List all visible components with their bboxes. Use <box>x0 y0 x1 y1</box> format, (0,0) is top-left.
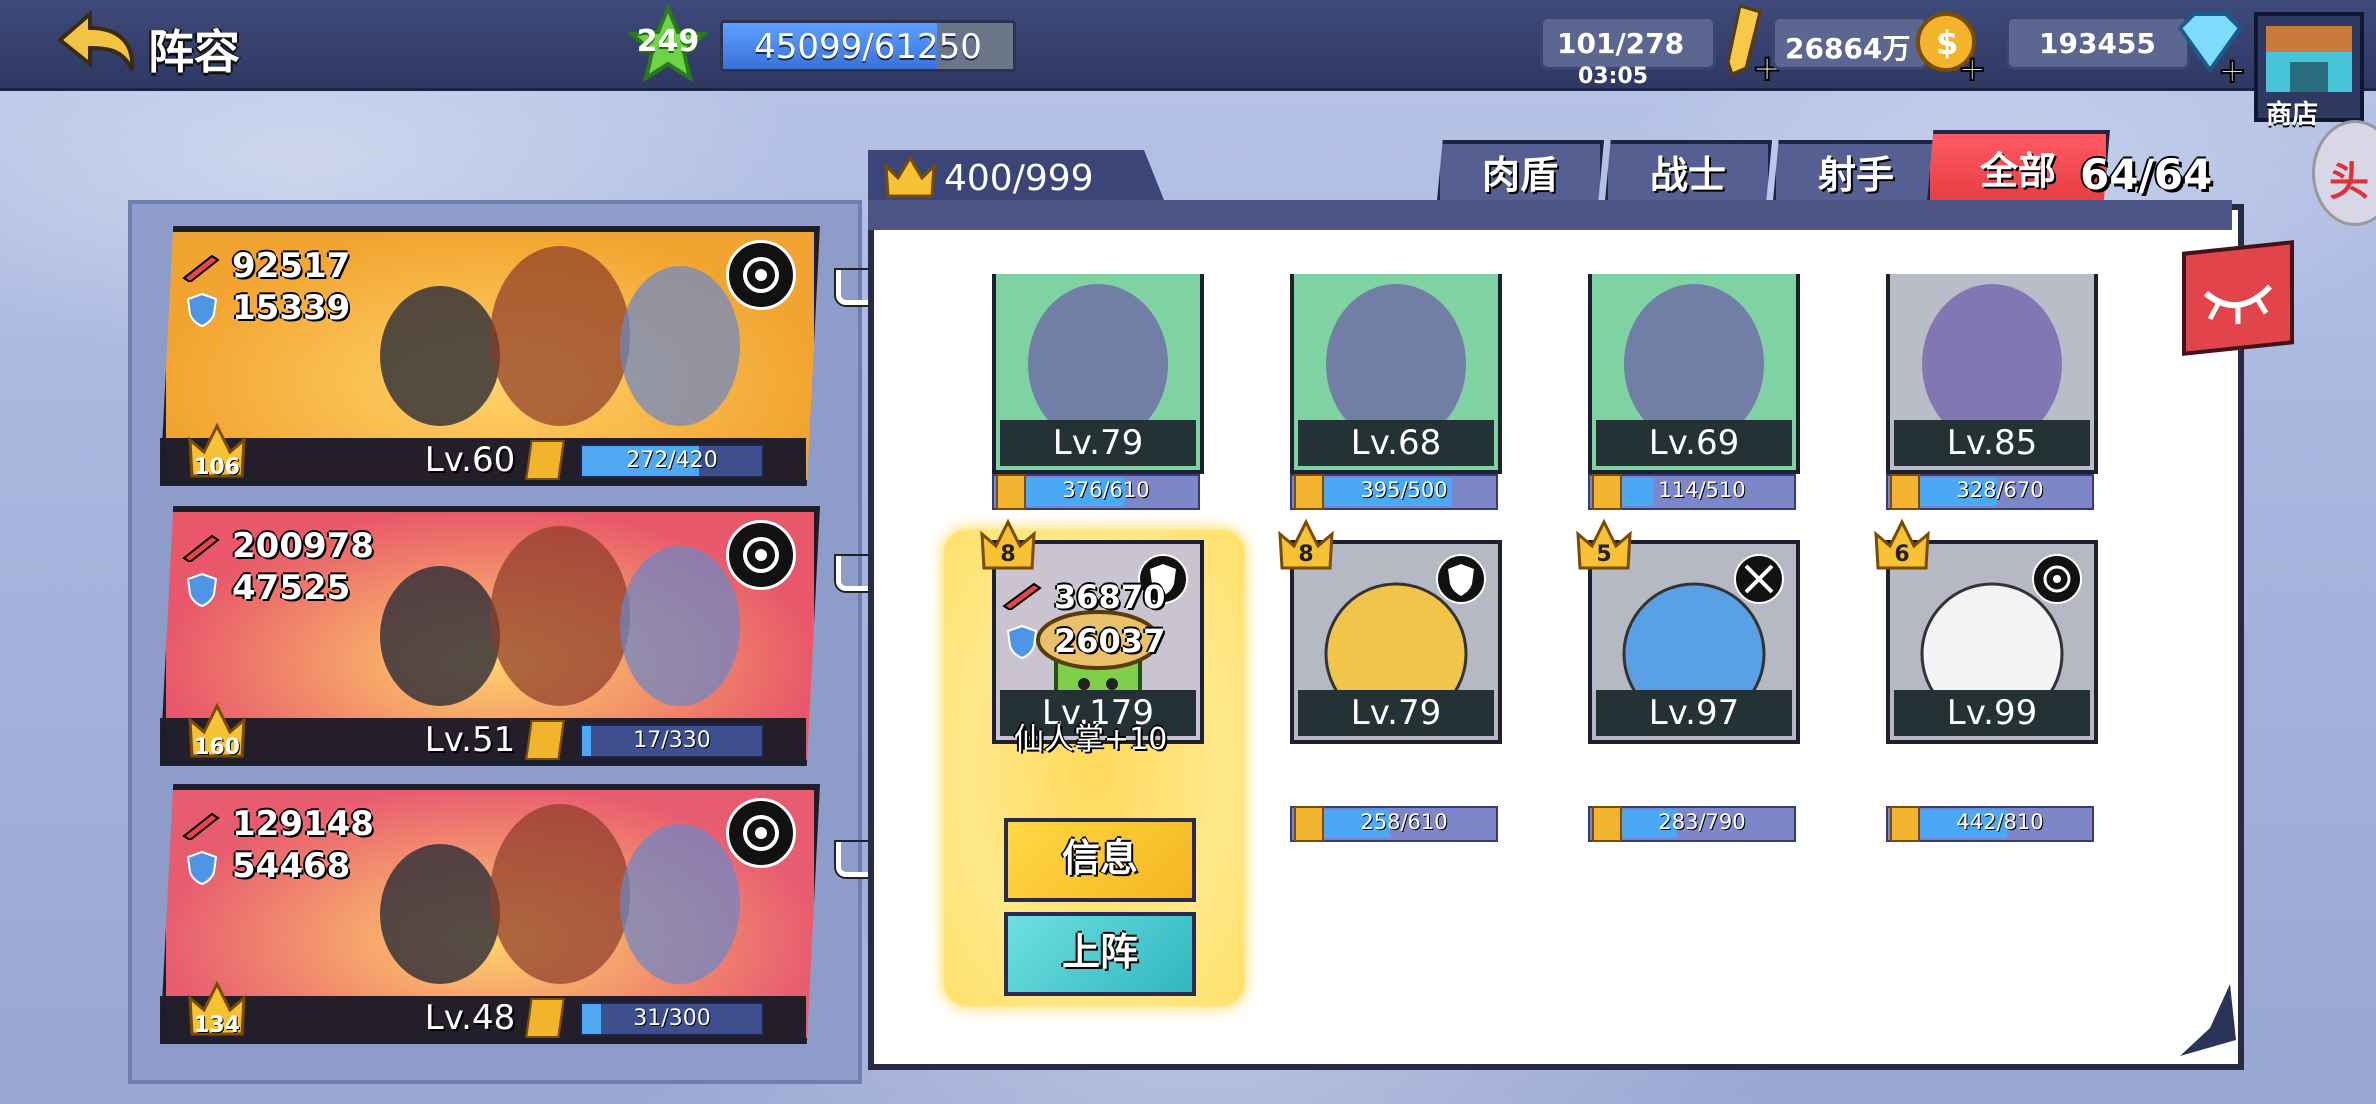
svg-text:+: + <box>2218 51 2247 84</box>
crown-icon <box>884 156 936 198</box>
hero-level: Lv.69 <box>1596 420 1792 466</box>
team-card-frame <box>160 784 820 1044</box>
hero-level: Lv.97 <box>1596 690 1792 736</box>
hero-crown-count: 8 <box>1000 542 1016 567</box>
hero-shard-bar: 442/810 <box>1886 806 2094 842</box>
team-card[interactable]: 92517 15339 106 Lv.60 272/420 <box>160 226 820 486</box>
hero-panel-strip <box>868 200 2232 230</box>
deploy-button[interactable]: 上阵 <box>1004 912 1196 996</box>
hero-crown-count: 5 <box>1596 542 1612 567</box>
crossed-swords-icon <box>1734 554 1784 604</box>
hero-level: Lv.99 <box>1894 690 2090 736</box>
hero-shard-bar: 114/510 <box>1588 474 1796 510</box>
hero-shard-text: 258/610 <box>1360 810 1448 834</box>
svg-text:+: + <box>1958 49 1987 84</box>
crown-count: 400/999 <box>944 158 1094 199</box>
side-button-label: 头 <box>2329 159 2369 205</box>
diamond-icon[interactable]: + <box>2170 10 2250 84</box>
shield-icon <box>1436 554 1486 604</box>
corner-decoration-icon <box>2180 984 2236 1056</box>
eye-icon <box>2203 284 2273 325</box>
hero-level: Lv.79 <box>1298 690 1494 736</box>
hero-shard-bar: 395/500 <box>1290 474 1498 510</box>
info-button[interactable]: 信息 <box>1004 818 1196 902</box>
hero-portrait: Lv.69 <box>1588 274 1800 474</box>
hero-portrait: Lv.85 <box>1886 274 2098 474</box>
energy-timer: 03:05 <box>1578 64 1649 89</box>
exp-bar: 45099/61250 <box>720 20 1016 72</box>
energy-value: 101/278 <box>1557 27 1685 60</box>
gold-box: 26864万 <box>1772 16 1928 70</box>
selected-hero-name: 仙人掌+10 <box>1014 722 1168 757</box>
shop-label: 商店 <box>2266 100 2319 130</box>
team-card-frame <box>160 226 820 486</box>
gem-box: 193455 <box>2006 16 2190 70</box>
hero-level: Lv.68 <box>1298 420 1494 466</box>
gem-value: 193455 <box>2039 27 2156 60</box>
hero-shard-bar: 258/610 <box>1290 806 1498 842</box>
hero-shard-bar: 328/670 <box>1886 474 2094 510</box>
selected-hero-attack: 36870 <box>1054 578 1166 616</box>
player-level: 249 <box>636 24 700 59</box>
back-arrow-icon[interactable] <box>50 8 140 78</box>
hero-shard-text: 376/610 <box>1062 478 1150 502</box>
selected-hero-defense: 26037 <box>1054 622 1166 660</box>
hero-total-count: 64/64 <box>2080 150 2213 199</box>
hero-shard-text: 283/790 <box>1658 810 1746 834</box>
team-card-frame <box>160 506 820 766</box>
hero-shard-bar: 376/610 <box>992 474 1200 510</box>
page-title: 阵容 <box>148 25 240 79</box>
hero-crown-count: 6 <box>1894 542 1910 567</box>
sword-icon <box>1002 582 1042 610</box>
energy-box: 101/278 <box>1540 16 1716 70</box>
hero-level: Lv.85 <box>1894 420 2090 466</box>
hero-portrait: Lv.79 <box>992 274 1204 474</box>
hero-shard-text: 114/510 <box>1658 478 1746 502</box>
hero-crown-count: 8 <box>1298 542 1314 567</box>
hero-shard-text: 442/810 <box>1956 810 2044 834</box>
shield-stat-icon <box>1006 624 1038 660</box>
hide-toggle-button[interactable] <box>2182 240 2294 356</box>
archer-target-icon <box>2032 554 2082 604</box>
hero-shard-text: 328/670 <box>1956 478 2044 502</box>
gold-value: 26864万 <box>1785 32 1911 65</box>
hero-shard-text: 395/500 <box>1360 478 1448 502</box>
hero-level: Lv.79 <box>1000 420 1196 466</box>
hero-portrait: Lv.68 <box>1290 274 1502 474</box>
energy-pencil-icon[interactable]: + <box>1716 4 1780 84</box>
exp-text: 45099/61250 <box>754 27 982 67</box>
team-card[interactable]: 129148 54468 134 Lv.48 31/300 <box>160 784 820 1044</box>
team-card[interactable]: 200978 47525 160 Lv.51 17/330 <box>160 506 820 766</box>
gold-coin-icon[interactable]: $ + <box>1912 8 1988 84</box>
svg-text:$: $ <box>1936 24 1958 62</box>
hero-shard-bar: 283/790 <box>1588 806 1796 842</box>
